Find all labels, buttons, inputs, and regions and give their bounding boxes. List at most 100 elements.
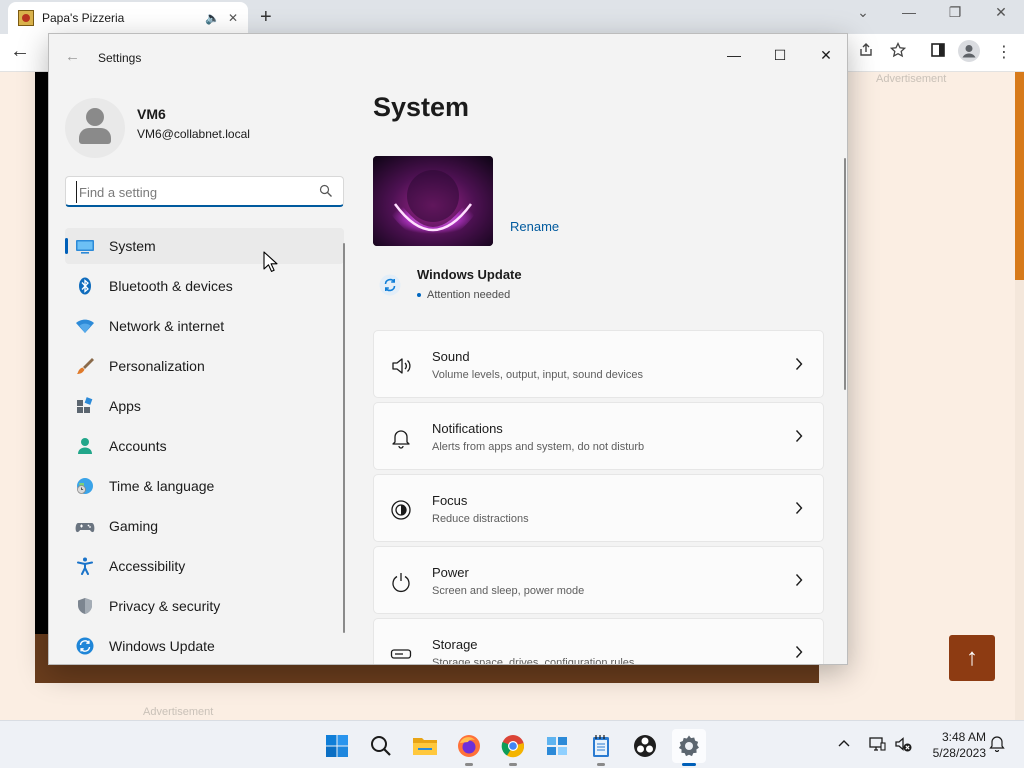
rename-pc-link[interactable]: Rename: [510, 219, 559, 234]
network-icon[interactable]: [868, 735, 886, 753]
update-status-label: Attention needed: [427, 289, 511, 301]
card-focus[interactable]: Focus Reduce distractions: [373, 474, 824, 542]
page-scrollbar[interactable]: [1015, 72, 1024, 720]
page-scrollbar-thumb[interactable]: [1015, 72, 1024, 280]
card-subtitle: Alerts from apps and system, do not dist…: [432, 441, 645, 453]
user-email: VM6@collabnet.local: [137, 127, 250, 141]
browser-back-button[interactable]: ←: [10, 40, 30, 63]
tab-search-button[interactable]: ⌄: [840, 4, 886, 21]
nav-item-label: Time & language: [109, 478, 215, 494]
content-scrollbar[interactable]: [844, 158, 846, 390]
chevron-right-icon: [795, 430, 803, 442]
nav-item-gaming[interactable]: Gaming: [65, 508, 344, 544]
browser-minimize-button[interactable]: —: [886, 4, 932, 20]
update-title: Windows Update: [417, 267, 522, 282]
taskbar-obs[interactable]: [628, 729, 662, 763]
nav-item-personalization[interactable]: Personalization: [65, 348, 344, 384]
gamepad-icon: [75, 523, 95, 533]
settings-titlebar: ← Settings — ☐ ✕: [49, 34, 847, 82]
settings-gear-icon: [678, 735, 699, 757]
search-input[interactable]: [76, 181, 306, 203]
taskbar-settings[interactable]: [672, 729, 706, 766]
close-button[interactable]: ✕: [803, 40, 847, 70]
nav-scrollbar[interactable]: [343, 243, 345, 633]
windows-update-status[interactable]: Windows Update Attention needed: [373, 264, 673, 308]
browser-close-button[interactable]: ✕: [978, 4, 1024, 21]
taskbar-app[interactable]: [540, 729, 574, 763]
advertisement-label: Advertisement: [143, 706, 214, 718]
nav-item-privacy-security[interactable]: Privacy & security: [65, 588, 344, 624]
taskbar-file-explorer[interactable]: [408, 729, 442, 763]
taskbar-firefox[interactable]: [452, 729, 486, 766]
chrome-icon: [501, 735, 525, 758]
card-title: Focus: [432, 493, 468, 508]
nav-item-windows-update[interactable]: Windows Update: [65, 628, 344, 664]
globe-clock-icon: [77, 478, 93, 494]
new-tab-button[interactable]: +: [260, 6, 272, 29]
window-title: Settings: [98, 51, 142, 65]
speaker-icon: [392, 358, 411, 374]
search-icon[interactable]: [319, 184, 333, 198]
notification-center-icon[interactable]: [989, 736, 1005, 752]
card-subtitle: Storage space, drives, configuration rul…: [432, 657, 635, 665]
profile-avatar-icon[interactable]: [958, 40, 980, 62]
card-subtitle: Screen and sleep, power mode: [432, 585, 585, 597]
nav-item-label: Personalization: [109, 358, 205, 374]
volume-muted-icon[interactable]: [894, 735, 912, 753]
nav-item-accessibility[interactable]: Accessibility: [65, 548, 344, 584]
advertisement-label: Advertisement: [876, 73, 947, 85]
nav-item-apps[interactable]: Apps: [65, 388, 344, 424]
nav-item-network-internet[interactable]: Network & internet: [65, 308, 344, 344]
chevron-right-icon: [795, 646, 803, 658]
tab-close-icon[interactable]: ✕: [228, 11, 238, 25]
nav-item-time-language[interactable]: Time & language: [65, 468, 344, 504]
speaker-mute-icon[interactable]: 🔈: [205, 11, 220, 25]
card-storage[interactable]: Storage Storage space, drives, configura…: [373, 618, 824, 665]
update-icon: [379, 274, 401, 296]
obs-icon: [634, 735, 656, 757]
mouse-cursor-icon: [263, 251, 278, 272]
bell-icon: [392, 430, 410, 449]
browser-menu-icon[interactable]: ⋮: [996, 42, 1012, 62]
clock-time[interactable]: 3:48 AM: [920, 730, 986, 744]
browser-tab-papas-pizzeria[interactable]: Papa's Pizzeria 🔈 ✕: [8, 2, 248, 34]
focus-icon: [391, 500, 411, 520]
taskbar-search-button[interactable]: [364, 729, 398, 763]
minimize-button[interactable]: —: [711, 40, 757, 70]
storage-icon: [390, 649, 412, 659]
avatar: [65, 98, 125, 158]
attention-dot: [417, 293, 421, 298]
card-title: Storage: [432, 637, 478, 652]
card-subtitle: Reduce distractions: [432, 513, 529, 525]
card-notifications[interactable]: Notifications Alerts from apps and syste…: [373, 402, 824, 470]
scroll-to-top-button[interactable]: ↑: [949, 635, 995, 681]
nav-item-label: Apps: [109, 398, 141, 414]
browser-restore-button[interactable]: ❐: [932, 4, 978, 21]
maximize-button[interactable]: ☐: [757, 40, 803, 70]
taskbar: 3:48 AM 5/28/2023: [0, 720, 1024, 768]
nav-item-system[interactable]: System: [65, 228, 344, 264]
chevron-right-icon: [795, 574, 803, 586]
brush-icon: [77, 358, 94, 374]
chevron-up-icon[interactable]: [836, 736, 852, 752]
nav-item-bluetooth-devices[interactable]: Bluetooth & devices: [65, 268, 344, 304]
search-box[interactable]: [65, 176, 344, 207]
running-indicator: [509, 763, 517, 766]
nav-item-accounts[interactable]: Accounts: [65, 428, 344, 464]
clock-date[interactable]: 5/28/2023: [920, 746, 986, 760]
side-panel-icon[interactable]: [930, 42, 946, 58]
power-icon: [392, 573, 410, 593]
back-button[interactable]: ←: [65, 48, 80, 65]
file-explorer-icon: [413, 738, 437, 755]
start-button[interactable]: [320, 729, 354, 763]
share-icon[interactable]: [858, 42, 874, 58]
card-title: Power: [432, 565, 469, 580]
browser-tab-bar: Papa's Pizzeria 🔈 ✕ + ⌄ — ❐ ✕: [0, 0, 1024, 34]
wifi-icon: [76, 319, 94, 333]
card-sound[interactable]: Sound Volume levels, output, input, soun…: [373, 330, 824, 398]
bookmark-star-icon[interactable]: [890, 42, 906, 58]
card-power[interactable]: Power Screen and sleep, power mode: [373, 546, 824, 614]
taskbar-chrome[interactable]: [496, 729, 530, 766]
taskbar-notepad[interactable]: [584, 729, 618, 766]
app-icon: [547, 737, 567, 755]
